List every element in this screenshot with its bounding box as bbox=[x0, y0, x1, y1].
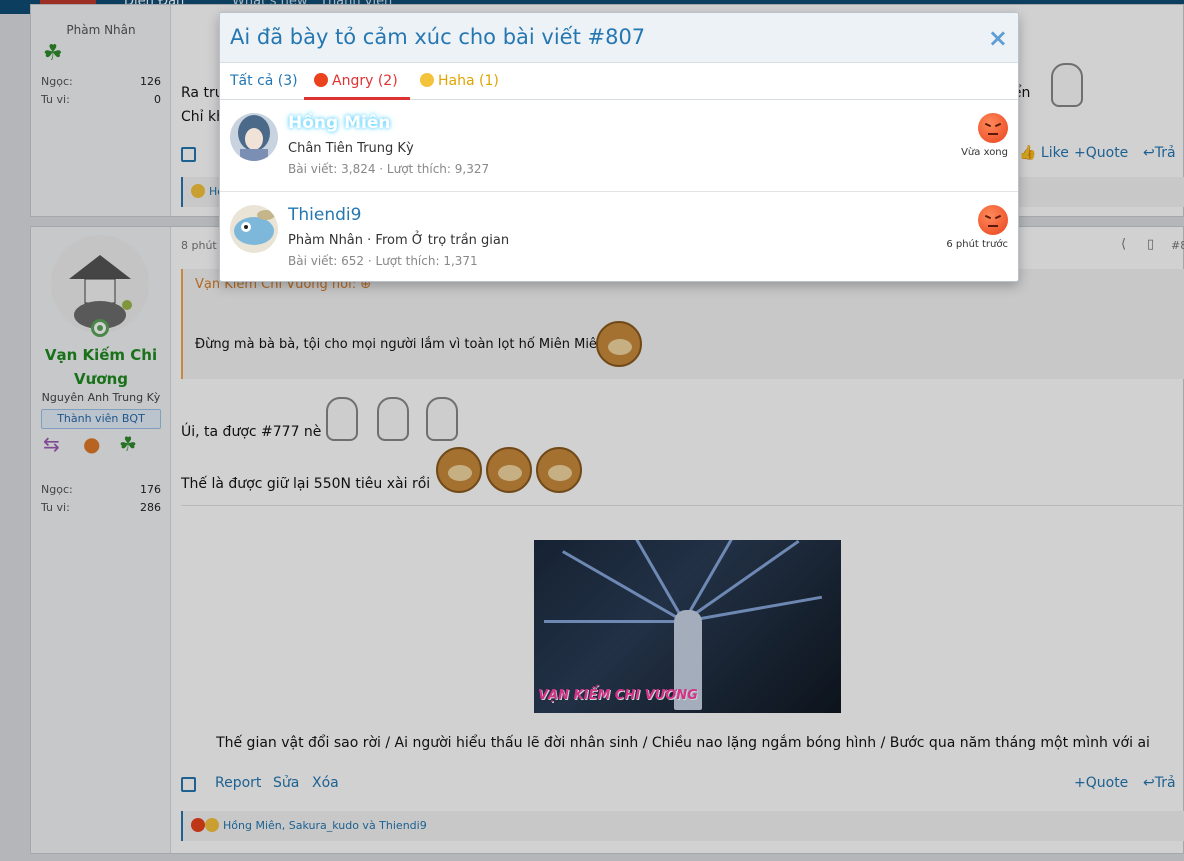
modal-header: Ai đã bày tỏ cảm xúc cho bài viết #807 × bbox=[220, 13, 1018, 63]
angry-icon bbox=[978, 113, 1008, 143]
tab-haha[interactable]: Haha (1) bbox=[420, 73, 499, 89]
angry-icon bbox=[314, 73, 328, 87]
reactions-modal: Ai đã bày tỏ cảm xúc cho bài viết #807 ×… bbox=[219, 12, 1019, 282]
angry-icon bbox=[978, 205, 1008, 235]
user-title: Phàm Nhân · From Ở trọ trần gian bbox=[288, 233, 510, 248]
haha-icon bbox=[420, 73, 434, 87]
reaction-tabs: Tất cả (3) Angry (2) Haha (1) bbox=[220, 63, 1018, 100]
tab-all[interactable]: Tất cả (3) bbox=[230, 73, 298, 89]
reaction-time: Vừa xong bbox=[961, 147, 1008, 158]
reaction-list-item: Thiendi9 Phàm Nhân · From Ở trọ trần gia… bbox=[220, 193, 1018, 284]
reaction-list-item: Hồng Miên Chân Tiên Trung Kỳ Bài viết: 3… bbox=[220, 101, 1018, 192]
user-name[interactable]: Thiendi9 bbox=[288, 205, 361, 225]
tab-angry[interactable]: Angry (2) bbox=[314, 73, 398, 89]
avatar[interactable] bbox=[230, 205, 278, 253]
avatar[interactable] bbox=[230, 113, 278, 161]
tab-label: Haha (1) bbox=[438, 73, 499, 89]
modal-title: Ai đã bày tỏ cảm xúc cho bài viết #807 bbox=[230, 25, 646, 49]
reaction-time: 6 phút trước bbox=[946, 239, 1008, 250]
user-stats: Bài viết: 3,824 · Lượt thích: 9,327 bbox=[288, 162, 490, 176]
user-stats: Bài viết: 652 · Lượt thích: 1,371 bbox=[288, 254, 478, 268]
user-title: Chân Tiên Trung Kỳ bbox=[288, 141, 414, 156]
tab-label: Angry (2) bbox=[332, 73, 398, 89]
close-icon[interactable]: × bbox=[988, 24, 1008, 52]
user-name[interactable]: Hồng Miên bbox=[288, 113, 390, 133]
active-tab-indicator bbox=[304, 97, 410, 100]
